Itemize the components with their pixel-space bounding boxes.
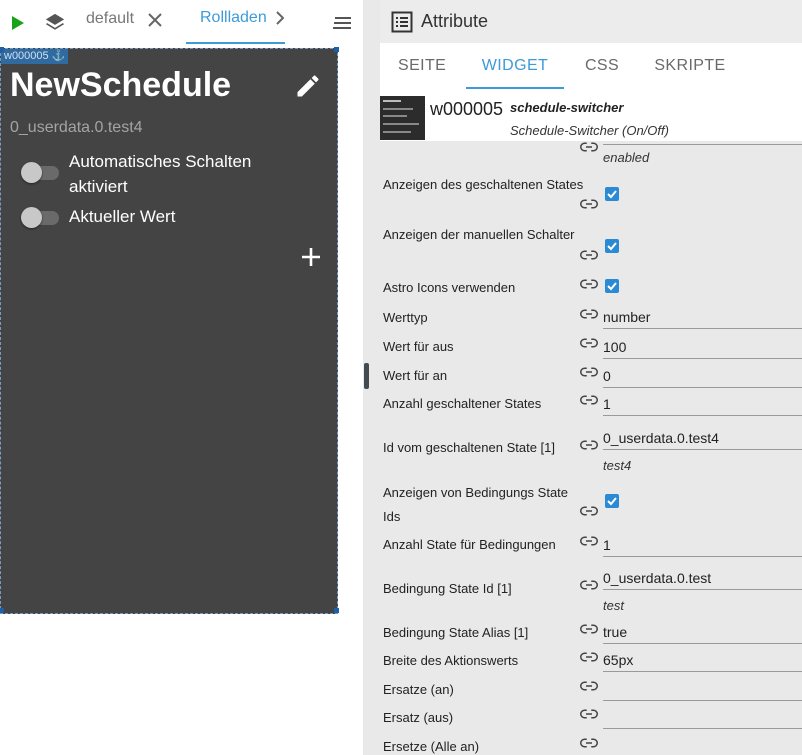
link-icon[interactable] bbox=[580, 737, 598, 749]
tab-seite[interactable]: SEITE bbox=[398, 57, 446, 89]
widget-id: w000005 bbox=[430, 99, 504, 119]
link-icon[interactable] bbox=[580, 579, 598, 591]
property-input[interactable]: true bbox=[603, 620, 802, 644]
property-label: Anzeigen des geschaltenen States bbox=[383, 177, 584, 192]
link-icon[interactable] bbox=[580, 141, 598, 153]
property-hint: test4 bbox=[603, 458, 632, 473]
tab-default[interactable]: default bbox=[86, 6, 134, 32]
toggle-knob bbox=[21, 162, 42, 183]
link-icon[interactable] bbox=[580, 623, 598, 635]
property-input[interactable] bbox=[603, 705, 802, 729]
tab-css[interactable]: CSS bbox=[583, 57, 621, 89]
property-label: Anzeigen von Bedingungs State Ids bbox=[383, 485, 569, 524]
widget-title: NewSchedule bbox=[10, 66, 232, 104]
toggle-automatic-row: Automatisches Schalten aktiviert bbox=[21, 149, 311, 199]
layers-icon[interactable] bbox=[42, 10, 68, 36]
link-icon[interactable] bbox=[580, 394, 598, 406]
menu-icon[interactable] bbox=[330, 12, 354, 34]
close-icon[interactable] bbox=[145, 10, 165, 30]
link-icon[interactable] bbox=[580, 249, 598, 261]
property-input[interactable] bbox=[603, 734, 802, 755]
link-icon[interactable] bbox=[580, 337, 598, 349]
link-icon[interactable] bbox=[580, 505, 598, 517]
property-label: Wert für an bbox=[383, 368, 448, 383]
link-icon[interactable] bbox=[580, 278, 598, 290]
link-icon[interactable] bbox=[580, 680, 598, 692]
tab-widget[interactable]: WIDGET bbox=[466, 57, 564, 89]
resize-handle[interactable] bbox=[334, 47, 339, 52]
toggle-switch[interactable] bbox=[21, 161, 59, 183]
property-input[interactable]: 0_userdata.0.test4 bbox=[603, 426, 802, 450]
editor-pane: default Rollladen w000005 ⚓ NewSchedule bbox=[0, 0, 362, 755]
property-checkbox[interactable] bbox=[605, 494, 619, 508]
play-icon[interactable] bbox=[9, 12, 27, 34]
property-checkbox[interactable] bbox=[605, 279, 619, 293]
property-label: Anzahl State für Bedingungen bbox=[383, 537, 556, 552]
splitter-handle[interactable] bbox=[364, 363, 369, 389]
widget-thumbnail bbox=[380, 96, 425, 140]
property-input[interactable]: 100 bbox=[603, 335, 802, 359]
property-label: Werttyp bbox=[383, 310, 428, 325]
property-label: Ersetze (Alle an) bbox=[383, 739, 480, 754]
property-label: Anzeigen der manuellen Schalter bbox=[383, 227, 575, 242]
property-hint: enabled bbox=[603, 150, 650, 165]
attributes-pane: Attribute SEITE WIDGET CSS SKRIPTE w0000… bbox=[380, 0, 802, 755]
property-input[interactable]: 0 bbox=[603, 364, 802, 388]
property-checkbox[interactable] bbox=[605, 239, 619, 253]
link-icon[interactable] bbox=[580, 198, 598, 210]
list-icon bbox=[391, 11, 413, 33]
widget-id-tag: w000005 ⚓ bbox=[1, 49, 69, 64]
toggle-knob bbox=[21, 207, 42, 228]
widget-info: w000005 schedule-switcher Schedule-Switc… bbox=[380, 95, 802, 141]
toggle-current-row: Aktueller Wert bbox=[21, 206, 311, 228]
property-input[interactable]: 65px bbox=[603, 648, 802, 672]
resize-handle[interactable] bbox=[0, 608, 4, 613]
tab-skripte[interactable]: SKRIPTE bbox=[652, 57, 728, 89]
widget-subtitle: 0_userdata.0.test4 bbox=[10, 119, 143, 136]
chevron-right-icon[interactable] bbox=[276, 11, 284, 25]
property-input[interactable]: 1 bbox=[603, 533, 802, 557]
widget-id-label: w000005 bbox=[4, 50, 49, 62]
plus-icon[interactable] bbox=[299, 245, 323, 269]
property-label: Breite des Aktionswerts bbox=[383, 653, 519, 668]
property-label: Ersatz (aus) bbox=[383, 710, 454, 725]
property-label: Bedingung State Id [1] bbox=[383, 581, 512, 596]
resize-handle[interactable] bbox=[334, 608, 339, 613]
resize-handle[interactable] bbox=[0, 47, 4, 52]
link-icon[interactable] bbox=[580, 651, 598, 663]
property-label: Bedingung State Alias [1] bbox=[383, 625, 529, 640]
property-hint: test bbox=[603, 598, 624, 613]
link-icon[interactable] bbox=[580, 535, 598, 547]
property-checkbox[interactable] bbox=[605, 187, 619, 201]
property-label: Wert für aus bbox=[383, 339, 454, 354]
pencil-icon[interactable] bbox=[294, 72, 322, 100]
toggle-switch[interactable] bbox=[21, 206, 59, 228]
tab-rollladen-label: Rollladen bbox=[200, 9, 267, 26]
widget-name: Schedule-Switcher (On/Off) bbox=[510, 123, 669, 138]
schedule-widget[interactable]: w000005 ⚓ NewSchedule 0_userdata.0.test4… bbox=[0, 47, 339, 614]
toggle-automatic-label: Automatisches Schalten aktiviert bbox=[69, 152, 252, 196]
link-icon[interactable] bbox=[580, 308, 598, 320]
toggle-current-label: Aktueller Wert bbox=[69, 207, 176, 226]
link-icon[interactable] bbox=[580, 366, 598, 378]
attributes-header: Attribute bbox=[380, 0, 802, 43]
property-label: Anzahl geschaltener States bbox=[383, 396, 542, 411]
property-input[interactable]: 0_userdata.0.test bbox=[603, 566, 802, 590]
property-input[interactable] bbox=[603, 141, 802, 145]
properties-list: enabled Anzeigen des geschaltenen States… bbox=[380, 141, 802, 755]
tab-rollladen[interactable]: Rollladen bbox=[186, 0, 285, 44]
property-input[interactable]: 1 bbox=[603, 392, 802, 416]
property-input[interactable] bbox=[603, 677, 802, 701]
property-label: Ersatze (an) bbox=[383, 682, 454, 697]
attributes-title: Attribute bbox=[421, 11, 489, 31]
widget-set: schedule-switcher bbox=[510, 100, 624, 115]
property-input[interactable]: number bbox=[603, 305, 802, 329]
link-icon[interactable] bbox=[580, 439, 598, 451]
anchor-icon: ⚓ bbox=[51, 50, 66, 62]
view-tabbar: default Rollladen bbox=[0, 0, 362, 44]
property-label: Astro Icons verwenden bbox=[383, 280, 516, 295]
tab-default-label: default bbox=[86, 10, 135, 27]
link-icon[interactable] bbox=[580, 708, 598, 720]
property-label: Id vom geschaltenen State [1] bbox=[383, 440, 555, 455]
